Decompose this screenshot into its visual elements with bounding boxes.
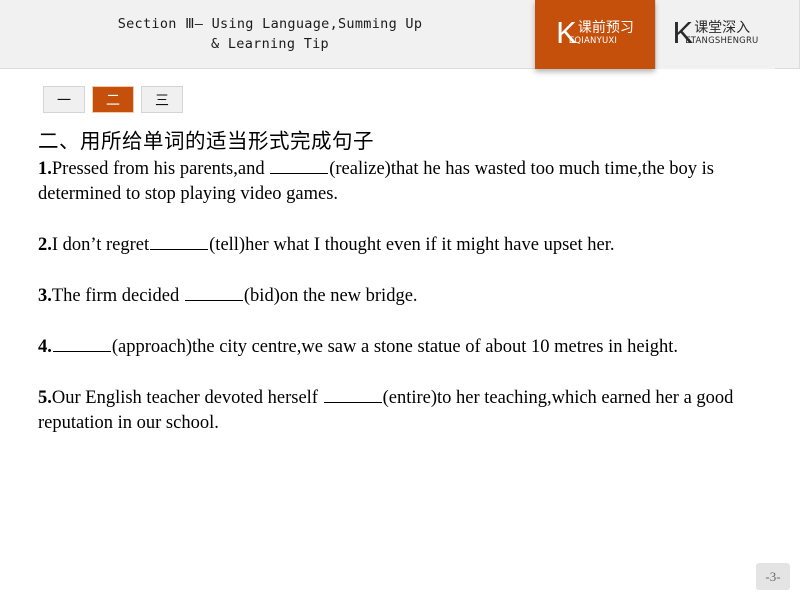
tab-label-chinese: 课堂深入 [694,19,751,36]
question-number: 1. [38,159,52,179]
question-number: 3. [38,286,52,306]
question-item-5: 5.Our English teacher devoted herself (e… [38,386,756,436]
question-text-after: (approach)the city centre,we saw a stone… [111,337,678,357]
exercise-content: 二、用所给单词的适当形式完成句子 1.Pressed from his pare… [38,128,756,436]
question-text-before: I don’t regret [51,235,150,255]
section-button-three[interactable]: 三 [141,86,183,113]
answer-blank[interactable] [184,285,243,301]
answer-blank[interactable] [323,387,382,403]
page-header: Section Ⅲ— Using Language,Summing Up & L… [0,0,800,69]
header-tabs: K 课前预习 EQIANYUXI K 课堂深入 ETANGSHENGRU [535,0,800,69]
section-selector: 一 二 三 [43,86,183,113]
question-text-after: (tell)her what I thought even if it migh… [209,235,615,255]
question-item-4: 4. (approach)the city centre,we saw a sto… [38,335,756,360]
answer-blank[interactable] [270,158,329,174]
question-number: 4. [38,337,52,357]
question-number: 2. [38,235,52,255]
tab-kequanyuxi[interactable]: K 课前预习 EQIANYUXI [535,0,655,69]
question-item-2: 2.I don’t regret (tell)her what I thought… [38,233,756,258]
tab-label-pinyin: ETANGSHENGRU [685,35,759,46]
section-button-two[interactable]: 二 [92,86,134,113]
tab-label-pinyin: EQIANYUXI [568,35,618,46]
page-number-badge: -3- [756,563,790,590]
question-text-before: Pressed from his parents,and [51,159,270,179]
tab-label-chinese: 课前预习 [577,19,634,36]
question-text-before: The firm decided [51,286,184,306]
answer-blank[interactable] [52,336,111,352]
question-item-3: 3.The firm decided (bid)on the new bridg… [38,284,756,309]
page-title: Section Ⅲ— Using Language,Summing Up & L… [117,16,423,52]
question-number: 5. [38,388,52,408]
question-text-after: (bid)on the new bridge. [243,286,418,306]
section-heading: 二、用所给单词的适当形式完成句子 [38,129,374,153]
section-button-one[interactable]: 一 [43,86,85,113]
question-item-1: 1.Pressed from his parents,and (realize)… [38,157,756,207]
question-text-before: Our English teacher devoted herself [51,388,323,408]
tab-ketangshengru[interactable]: K 课堂深入 ETANGSHENGRU [655,0,800,69]
answer-blank[interactable] [150,234,209,250]
